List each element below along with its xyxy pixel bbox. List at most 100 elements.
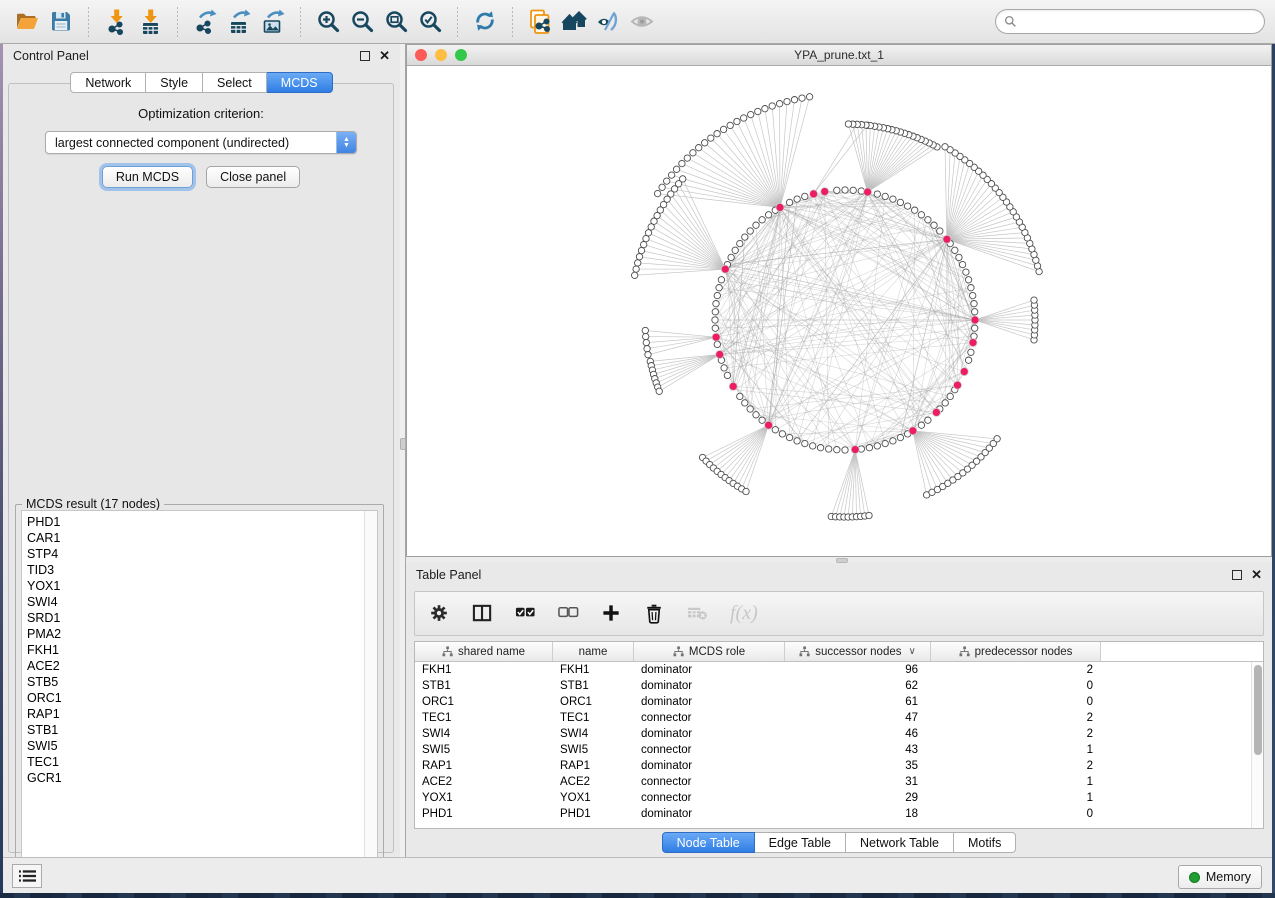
graph-hub-node[interactable]: [729, 382, 737, 390]
graph-node[interactable]: [918, 212, 924, 218]
graph-node[interactable]: [753, 222, 759, 228]
graph-node[interactable]: [912, 207, 918, 213]
tab-network-table[interactable]: Network Table: [846, 832, 954, 853]
graph-node[interactable]: [890, 438, 896, 444]
mcds-result-list[interactable]: PHD1CAR1STP4TID3YOX1SWI4SRD1PMA2FKH1ACE2…: [22, 511, 364, 868]
search-input[interactable]: [1022, 14, 1256, 30]
graph-node[interactable]: [714, 341, 720, 347]
graph-node[interactable]: [972, 325, 978, 331]
graph-node[interactable]: [721, 365, 727, 371]
graph-node[interactable]: [727, 122, 733, 128]
graph-node[interactable]: [714, 292, 720, 298]
select-all-icon[interactable]: [515, 603, 536, 624]
graph-node[interactable]: [925, 417, 931, 423]
function-builder-icon[interactable]: f(x): [730, 602, 758, 625]
graph-node[interactable]: [842, 187, 848, 193]
graph-node[interactable]: [696, 145, 702, 151]
graph-node[interactable]: [968, 285, 974, 291]
delete-column-icon[interactable]: [644, 603, 665, 624]
graph-node[interactable]: [742, 234, 748, 240]
graph-node[interactable]: [956, 254, 962, 260]
tab-motifs[interactable]: Motifs: [954, 832, 1016, 853]
save-session-icon[interactable]: [44, 6, 78, 38]
graph-node[interactable]: [702, 140, 708, 146]
graph-node[interactable]: [643, 333, 649, 339]
mcds-result-item[interactable]: GCR1: [27, 770, 364, 786]
table-row[interactable]: SWI4SWI4dominator462: [415, 726, 1263, 742]
optimization-criterion-select[interactable]: largest connected component (undirected)…: [45, 131, 357, 154]
graph-node[interactable]: [897, 199, 903, 205]
duplicate-network-icon[interactable]: [523, 6, 557, 38]
mcds-result-item[interactable]: CAR1: [27, 530, 364, 546]
graph-node[interactable]: [890, 196, 896, 202]
network-window-title-bar[interactable]: YPA_prune.txt_1: [407, 45, 1271, 66]
graph-node[interactable]: [845, 121, 851, 127]
control-panel-close-icon[interactable]: ✕: [379, 51, 390, 61]
run-mcds-button[interactable]: Run MCDS: [102, 166, 193, 188]
graph-node[interactable]: [654, 190, 660, 196]
tab-network[interactable]: Network: [70, 72, 146, 93]
mcds-result-scrollbar[interactable]: [364, 511, 377, 868]
graph-node[interactable]: [765, 212, 771, 218]
mcds-result-item[interactable]: TID3: [27, 562, 364, 578]
column-header-shared-name[interactable]: shared name: [415, 642, 553, 661]
graph-node[interactable]: [802, 193, 808, 199]
graph-node[interactable]: [713, 301, 719, 307]
graph-node[interactable]: [947, 393, 953, 399]
graph-node[interactable]: [834, 187, 840, 193]
graph-node[interactable]: [762, 106, 768, 112]
graph-node[interactable]: [817, 445, 823, 451]
table-row[interactable]: FKH1FKH1dominator962: [415, 662, 1263, 678]
graph-node[interactable]: [668, 172, 674, 178]
graph-hub-node[interactable]: [776, 203, 784, 211]
task-history-button[interactable]: [12, 864, 42, 888]
graph-hub-node[interactable]: [909, 427, 917, 435]
graph-node[interactable]: [942, 144, 948, 150]
graph-node[interactable]: [802, 440, 808, 446]
graph-node[interactable]: [1031, 297, 1037, 303]
column-header-successor-nodes[interactable]: successor nodes∨: [785, 642, 931, 661]
graph-node[interactable]: [786, 199, 792, 205]
mcds-result-item[interactable]: ORC1: [27, 690, 364, 706]
mcds-result-item[interactable]: STP4: [27, 546, 364, 562]
graph-node[interactable]: [810, 443, 816, 449]
graph-hub-node[interactable]: [960, 368, 968, 376]
table-row[interactable]: RAP1RAP1dominator352: [415, 758, 1263, 774]
graph-node[interactable]: [882, 440, 888, 446]
graph-node[interactable]: [728, 254, 734, 260]
table-row[interactable]: ORC1ORC1dominator610: [415, 694, 1263, 710]
graph-node[interactable]: [972, 309, 978, 315]
graph-node[interactable]: [737, 240, 743, 246]
table-row[interactable]: SWI5SWI5connector431: [415, 742, 1263, 758]
graph-node[interactable]: [794, 438, 800, 444]
graph-node[interactable]: [714, 131, 720, 137]
mcds-result-item[interactable]: FKH1: [27, 642, 364, 658]
graph-node[interactable]: [965, 277, 971, 283]
graph-hub-node[interactable]: [851, 446, 859, 454]
graph-node[interactable]: [643, 339, 649, 345]
graph-node[interactable]: [684, 155, 690, 161]
tab-edge-table[interactable]: Edge Table: [755, 832, 846, 853]
graph-node[interactable]: [904, 203, 910, 209]
graph-node[interactable]: [937, 228, 943, 234]
graph-node[interactable]: [673, 166, 679, 172]
graph-node[interactable]: [968, 349, 974, 355]
graph-node[interactable]: [786, 434, 792, 440]
graph-hub-node[interactable]: [712, 333, 720, 341]
close-panel-button[interactable]: Close panel: [206, 166, 300, 188]
gear-icon[interactable]: [429, 603, 450, 624]
graph-node[interactable]: [718, 277, 724, 283]
zoom-in-icon[interactable]: [311, 6, 345, 38]
mcds-result-item[interactable]: STB1: [27, 722, 364, 738]
table-row[interactable]: ACE2ACE2connector311: [415, 774, 1263, 790]
deselect-all-icon[interactable]: [558, 603, 579, 624]
graph-node[interactable]: [732, 247, 738, 253]
column-header-name[interactable]: name: [553, 642, 634, 661]
mcds-result-item[interactable]: TEC1: [27, 754, 364, 770]
table-row[interactable]: TEC1TEC1connector472: [415, 710, 1263, 726]
graph-node[interactable]: [834, 447, 840, 453]
graph-node[interactable]: [734, 118, 740, 124]
graph-node[interactable]: [874, 443, 880, 449]
graph-node[interactable]: [741, 115, 747, 121]
column-header-predecessor-nodes[interactable]: predecessor nodes: [931, 642, 1101, 661]
